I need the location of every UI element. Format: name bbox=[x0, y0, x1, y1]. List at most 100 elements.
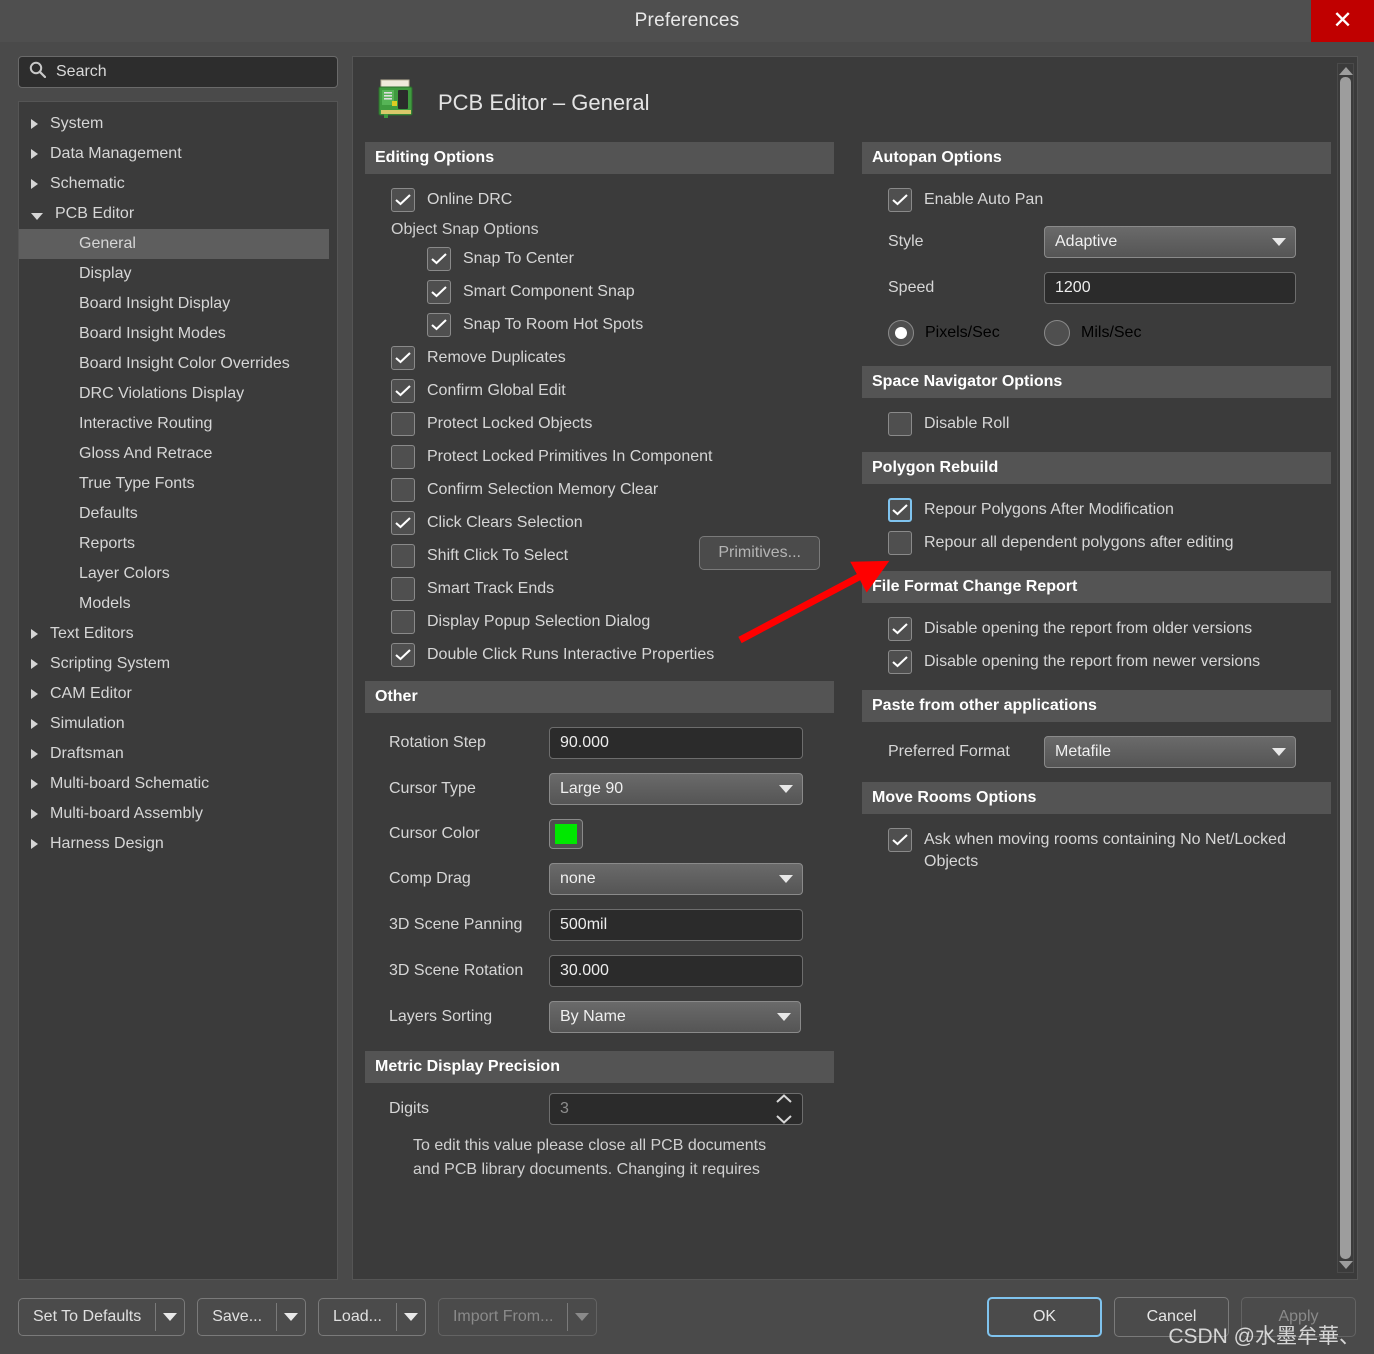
stepper-arrows[interactable] bbox=[776, 1090, 798, 1129]
sidebar-item-multi-board-schematic[interactable]: Multi-board Schematic bbox=[19, 769, 337, 799]
scene-rotation-input[interactable]: 30.000 bbox=[549, 955, 803, 987]
chevron-right-icon[interactable] bbox=[31, 839, 38, 849]
checkbox-click-clears-selection[interactable]: Click Clears Selection bbox=[391, 511, 834, 535]
checkbox-remove-duplicates[interactable]: Remove Duplicates bbox=[391, 346, 834, 370]
save-button[interactable]: Save... bbox=[197, 1298, 307, 1336]
comp-drag-select[interactable]: none bbox=[549, 863, 803, 895]
set-to-defaults-button[interactable]: Set To Defaults bbox=[18, 1298, 186, 1336]
sidebar-item-multi-board-assembly[interactable]: Multi-board Assembly bbox=[19, 799, 337, 829]
sidebar-item-scripting-system[interactable]: Scripting System bbox=[19, 649, 337, 679]
autopan-speed-input[interactable]: 1200 bbox=[1044, 272, 1296, 304]
checkbox-confirm-global-edit[interactable]: Confirm Global Edit bbox=[391, 379, 834, 403]
sidebar-item-label: Text Editors bbox=[50, 625, 134, 642]
sidebar-item-system[interactable]: System bbox=[19, 109, 337, 139]
scene-panning-input[interactable]: 500mil bbox=[549, 909, 803, 941]
checkbox-display-popup-selection-dialog[interactable]: Display Popup Selection Dialog bbox=[391, 610, 834, 634]
sidebar-item-simulation[interactable]: Simulation bbox=[19, 709, 337, 739]
sidebar-item-display[interactable]: Display bbox=[19, 259, 337, 289]
sidebar-item-board-insight-display[interactable]: Board Insight Display bbox=[19, 289, 337, 319]
content-scrollbar[interactable] bbox=[1337, 63, 1354, 1273]
checkbox-smart-component-snap[interactable]: Smart Component Snap bbox=[427, 280, 834, 304]
close-icon[interactable]: ✕ bbox=[1311, 0, 1374, 42]
save-label: Save... bbox=[212, 1308, 263, 1325]
sidebar-item-harness-design[interactable]: Harness Design bbox=[19, 829, 337, 859]
chevron-right-icon[interactable] bbox=[31, 629, 38, 639]
layers-sorting-select[interactable]: By Name bbox=[549, 1001, 801, 1033]
settings-tree[interactable]: System Data Management Schematic PCB Editor… bbox=[18, 101, 338, 1280]
chevron-right-icon[interactable] bbox=[31, 149, 38, 159]
sidebar-item-drc-violations-display[interactable]: DRC Violations Display bbox=[19, 379, 337, 409]
chevron-down-icon[interactable] bbox=[31, 212, 43, 220]
move-rooms-options-heading: Move Rooms Options bbox=[862, 782, 1331, 814]
rotation-step-input[interactable]: 90.000 bbox=[549, 727, 803, 759]
chevron-down-icon[interactable] bbox=[277, 1299, 305, 1335]
sidebar-item-pcb-editor[interactable]: PCB Editor bbox=[19, 199, 337, 229]
sidebar-item-reports[interactable]: Reports bbox=[19, 529, 337, 559]
chevron-up-icon[interactable] bbox=[776, 1090, 792, 1108]
checkbox-ask-when-moving-rooms[interactable]: Ask when moving rooms containing No Net/… bbox=[888, 828, 1331, 873]
checkbox-disable-report-older-versions[interactable]: Disable opening the report from older ve… bbox=[888, 617, 1331, 641]
right-column: Autopan Options Enable Auto Pan Style Ad… bbox=[862, 142, 1331, 1279]
cancel-button[interactable]: Cancel bbox=[1114, 1297, 1229, 1337]
scroll-up-arrow-icon[interactable] bbox=[1338, 67, 1353, 75]
chevron-right-icon[interactable] bbox=[31, 779, 38, 789]
checkbox-label: Shift Click To Select bbox=[427, 547, 569, 564]
autopan-style-select[interactable]: Adaptive bbox=[1044, 226, 1296, 258]
sidebar-item-layer-colors[interactable]: Layer Colors bbox=[19, 559, 337, 589]
sidebar-item-true-type-fonts[interactable]: True Type Fonts bbox=[19, 469, 337, 499]
sidebar-item-schematic[interactable]: Schematic bbox=[19, 169, 337, 199]
cursor-type-select[interactable]: Large 90 bbox=[549, 773, 803, 805]
sidebar-item-general[interactable]: General bbox=[19, 229, 329, 259]
checkbox-repour-polygons-after-modification[interactable]: Repour Polygons After Modification bbox=[888, 498, 1331, 522]
primitives-button[interactable]: Primitives... bbox=[699, 536, 820, 570]
radio-pixels-per-sec[interactable]: Pixels/Sec bbox=[888, 320, 1000, 346]
checkbox-box bbox=[391, 478, 415, 502]
radio-mils-per-sec[interactable]: Mils/Sec bbox=[1044, 320, 1141, 346]
sidebar-item-gloss-and-retrace[interactable]: Gloss And Retrace bbox=[19, 439, 337, 469]
checkbox-disable-report-newer-versions[interactable]: Disable opening the report from newer ve… bbox=[888, 650, 1331, 674]
chevron-right-icon[interactable] bbox=[31, 179, 38, 189]
sidebar-item-models[interactable]: Models bbox=[19, 589, 337, 619]
preferred-format-select[interactable]: Metafile bbox=[1044, 736, 1296, 768]
search-input[interactable]: Search bbox=[18, 56, 338, 88]
scroll-down-arrow-icon[interactable] bbox=[1338, 1261, 1353, 1269]
cursor-color-picker[interactable] bbox=[549, 819, 583, 849]
sidebar-item-label: Display bbox=[79, 265, 132, 282]
sidebar-item-board-insight-modes[interactable]: Board Insight Modes bbox=[19, 319, 337, 349]
checkbox-snap-to-center[interactable]: Snap To Center bbox=[427, 247, 834, 271]
sidebar-item-label: General bbox=[79, 235, 136, 252]
checkbox-enable-auto-pan[interactable]: Enable Auto Pan bbox=[888, 188, 1331, 212]
checkbox-double-click-runs-interactive-properties[interactable]: Double Click Runs Interactive Properties bbox=[391, 643, 834, 667]
sidebar-item-label: PCB Editor bbox=[55, 205, 135, 222]
sidebar-item-board-insight-color-overrides[interactable]: Board Insight Color Overrides bbox=[19, 349, 337, 379]
chevron-down-icon[interactable] bbox=[397, 1299, 425, 1335]
sidebar-item-data-management[interactable]: Data Management bbox=[19, 139, 337, 169]
chevron-right-icon[interactable] bbox=[31, 719, 38, 729]
checkbox-online-drc[interactable]: Online DRC bbox=[391, 188, 834, 212]
checkbox-repour-all-dependent-polygons[interactable]: Repour all dependent polygons after edit… bbox=[888, 531, 1331, 555]
chevron-right-icon[interactable] bbox=[31, 809, 38, 819]
chevron-down-icon[interactable] bbox=[156, 1299, 184, 1335]
checkbox-protect-locked-objects[interactable]: Protect Locked Objects bbox=[391, 412, 834, 436]
chevron-right-icon[interactable] bbox=[31, 659, 38, 669]
sidebar-item-cam-editor[interactable]: CAM Editor bbox=[19, 679, 337, 709]
sidebar-item-interactive-routing[interactable]: Interactive Routing bbox=[19, 409, 337, 439]
sidebar-item-draftsman[interactable]: Draftsman bbox=[19, 739, 337, 769]
sidebar-item-defaults[interactable]: Defaults bbox=[19, 499, 337, 529]
digits-stepper[interactable]: 3 bbox=[549, 1093, 803, 1125]
checkbox-snap-to-room-hot-spots[interactable]: Snap To Room Hot Spots bbox=[427, 313, 834, 337]
ok-button[interactable]: OK bbox=[987, 1297, 1102, 1337]
load-button[interactable]: Load... bbox=[318, 1298, 426, 1336]
checkbox-protect-locked-primitives[interactable]: Protect Locked Primitives In Component bbox=[391, 445, 834, 469]
checkbox-smart-track-ends[interactable]: Smart Track Ends bbox=[391, 577, 834, 601]
checkbox-confirm-selection-memory-clear[interactable]: Confirm Selection Memory Clear bbox=[391, 478, 834, 502]
scrollbar-thumb[interactable] bbox=[1340, 77, 1351, 1259]
layers-sorting-value: By Name bbox=[560, 1008, 626, 1025]
sidebar-item-text-editors[interactable]: Text Editors bbox=[19, 619, 337, 649]
editing-options-heading: Editing Options bbox=[365, 142, 834, 174]
chevron-right-icon[interactable] bbox=[31, 119, 38, 129]
chevron-down-icon[interactable] bbox=[776, 1111, 792, 1129]
checkbox-disable-roll[interactable]: Disable Roll bbox=[888, 412, 1331, 436]
chevron-right-icon[interactable] bbox=[31, 749, 38, 759]
chevron-right-icon[interactable] bbox=[31, 689, 38, 699]
